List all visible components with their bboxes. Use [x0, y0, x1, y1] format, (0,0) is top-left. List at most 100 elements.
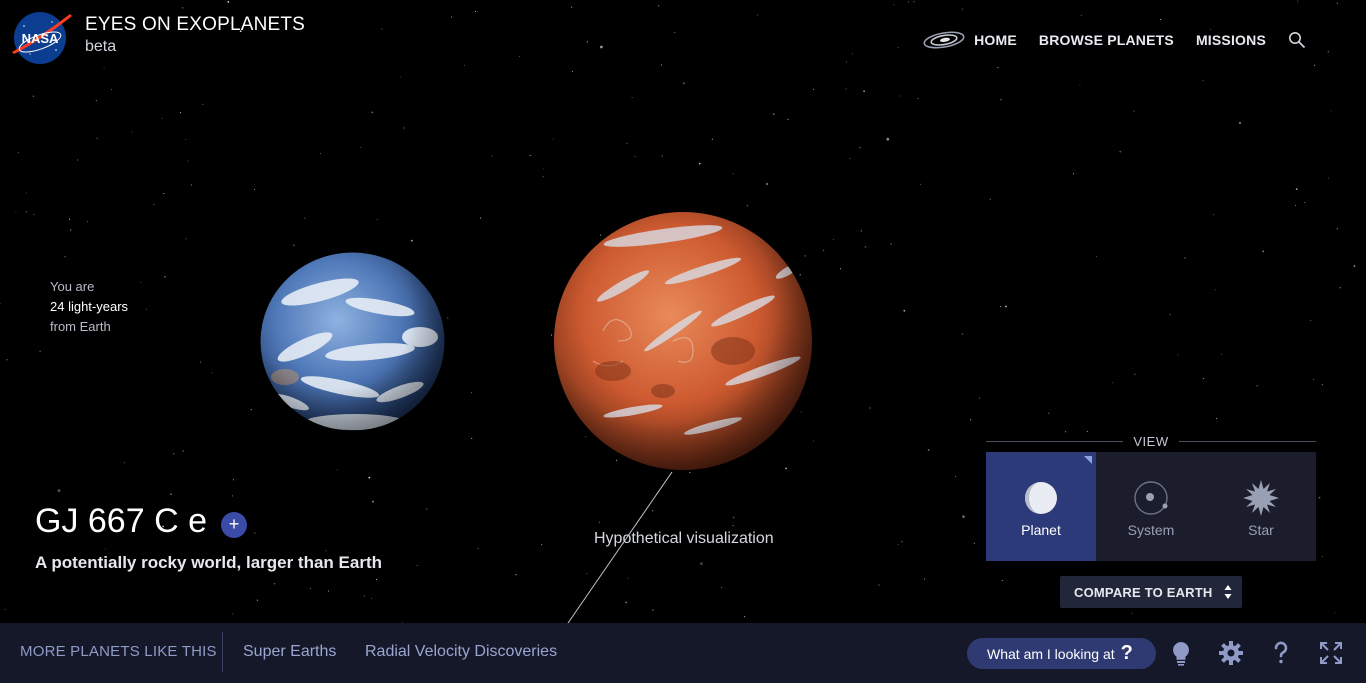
star-dot	[26, 211, 28, 213]
star-dot	[543, 168, 545, 170]
star-dot	[550, 334, 553, 336]
star-dot	[1080, 14, 1082, 16]
star-dot	[304, 217, 306, 219]
star-dot	[77, 159, 79, 161]
star-dot	[920, 183, 922, 185]
star-dot	[732, 173, 734, 175]
star-dot	[416, 564, 418, 567]
question-icon: ?	[1120, 642, 1133, 664]
star-icon	[1243, 480, 1279, 516]
star-dot	[310, 588, 312, 590]
star-dot	[1318, 496, 1321, 499]
view-star-button[interactable]: Star	[1206, 452, 1316, 561]
view-star-label: Star	[1248, 522, 1274, 538]
star-dot	[327, 590, 330, 592]
star-dot	[542, 176, 544, 178]
app-title: EYES ON EXOPLANETS	[85, 14, 306, 35]
star-dot	[901, 541, 903, 543]
star-dot	[1112, 382, 1114, 384]
star-dot	[1353, 265, 1356, 267]
help-icon[interactable]	[1268, 640, 1294, 666]
star-dot	[1310, 319, 1312, 322]
fullscreen-icon[interactable]	[1318, 640, 1344, 666]
star-dot	[1339, 287, 1341, 289]
star-dot	[15, 211, 17, 213]
star-dot	[190, 184, 193, 186]
star-dot	[812, 440, 814, 442]
star-dot	[426, 508, 428, 510]
star-dot	[1256, 385, 1258, 387]
view-system-button[interactable]: System	[1096, 452, 1206, 561]
star-dot	[172, 452, 175, 455]
lightbulb-icon[interactable]	[1168, 640, 1194, 666]
star-dot	[1330, 110, 1332, 112]
star-dot	[961, 333, 963, 335]
nav-browse-planets[interactable]: BROWSE PLANETS	[1039, 32, 1174, 48]
bottom-divider	[222, 632, 223, 672]
star-dot	[552, 138, 554, 140]
star-dot	[325, 550, 327, 552]
star-dot	[1216, 418, 1218, 420]
star-dot	[541, 544, 543, 546]
star-dot	[813, 88, 815, 90]
search-icon[interactable]	[1288, 31, 1306, 49]
star-dot	[479, 217, 481, 219]
category-super-earths[interactable]: Super Earths	[243, 643, 336, 661]
main-nav: HOME BROWSE PLANETS MISSIONS	[922, 30, 1306, 50]
nav-missions[interactable]: MISSIONS	[1196, 32, 1266, 48]
star-dot	[185, 138, 187, 141]
more-planets-label: MORE PLANETS LIKE THIS	[20, 643, 217, 660]
star-dot	[1134, 373, 1136, 375]
star-dot	[1095, 256, 1097, 258]
star-dot	[634, 156, 636, 158]
star-dot	[897, 47, 899, 49]
star-dot	[254, 532, 256, 534]
nasa-logo[interactable]: NASA	[12, 10, 72, 66]
star-dot	[232, 479, 235, 481]
nav-home[interactable]: HOME	[974, 32, 1017, 48]
view-planet-button[interactable]: Planet	[986, 452, 1096, 561]
star-dot	[6, 359, 8, 361]
view-planet-label: Planet	[1021, 522, 1061, 538]
star-dot	[1169, 314, 1171, 316]
star-dot	[893, 4, 895, 6]
gear-icon[interactable]	[1218, 640, 1244, 666]
star-dot	[368, 476, 371, 479]
star-dot	[319, 152, 322, 155]
what-am-i-looking-at-button[interactable]: What am I looking at ?	[967, 638, 1156, 669]
star-dot	[756, 14, 759, 16]
planet-name-row: GJ 667 C e +	[35, 502, 247, 541]
star-dot	[1202, 378, 1204, 380]
star-dot	[163, 192, 165, 195]
star-dot	[274, 583, 276, 585]
galaxy-icon[interactable]	[922, 30, 966, 50]
star-dot	[1314, 64, 1316, 66]
star-dot	[961, 8, 963, 10]
star-dot	[851, 53, 853, 55]
category-radial-velocity[interactable]: Radial Velocity Discoveries	[365, 643, 557, 661]
star-dot	[682, 82, 685, 85]
compare-to-earth-select[interactable]: COMPARE TO EARTH	[1060, 576, 1242, 608]
star-dot	[1327, 177, 1329, 179]
star-dot	[903, 309, 906, 312]
star-dot	[70, 229, 72, 231]
star-dot	[849, 158, 851, 160]
star-dot	[571, 71, 574, 73]
star-dot	[123, 462, 125, 464]
star-dot	[1214, 289, 1216, 291]
star-dot	[698, 162, 701, 165]
star-dot	[973, 542, 975, 544]
star-dot	[1000, 99, 1002, 101]
star-dot	[661, 155, 663, 157]
star-dot	[1220, 353, 1222, 355]
star-dot	[231, 495, 233, 497]
star-dot	[474, 10, 477, 12]
view-heading-label: VIEW	[1133, 433, 1169, 449]
view-heading: VIEW	[986, 432, 1317, 450]
star-dot	[96, 137, 98, 139]
add-planet-button[interactable]: +	[220, 511, 247, 538]
star-dot	[103, 67, 105, 69]
star-dot	[32, 95, 34, 97]
star-dot	[586, 41, 588, 43]
star-dot	[95, 100, 97, 102]
